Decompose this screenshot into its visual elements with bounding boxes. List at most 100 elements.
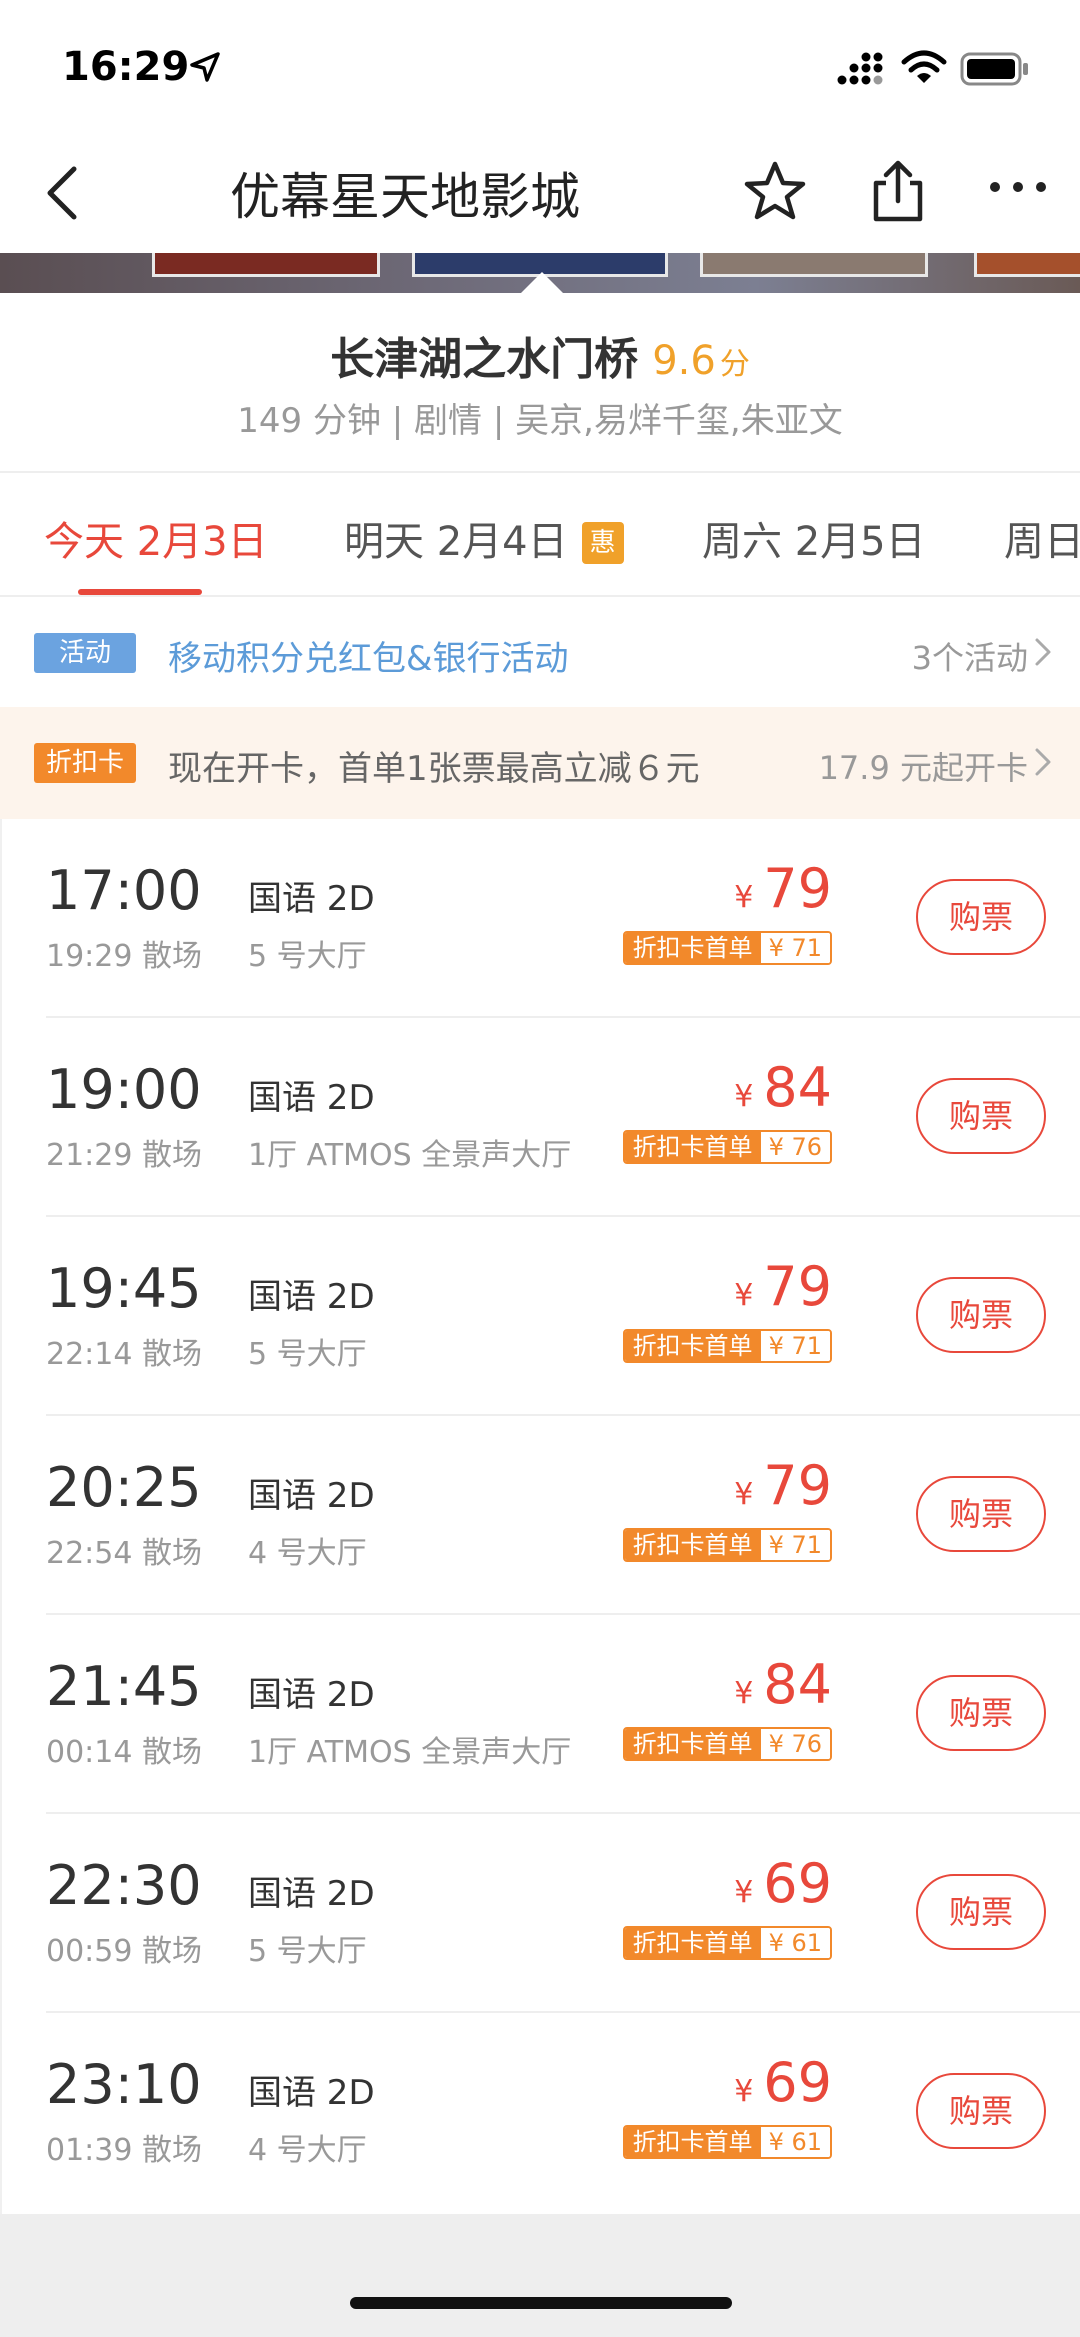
ticket-price: ¥84 <box>734 1653 832 1716</box>
location-arrow-icon <box>188 50 222 88</box>
discount-price: ¥ 71 <box>760 1530 830 1560</box>
movie-info: 长津湖之水门桥 9.6 分 149 分钟 | 剧情 | 吴京,易烊千玺,朱亚文 <box>0 293 1080 471</box>
ticket-price: ¥69 <box>734 1852 832 1915</box>
start-time: 22:30 <box>46 1854 202 1917</box>
discount-card-text: 现在开卡，首单1张票最高立减６元 <box>168 749 700 789</box>
date-tabs: 今天 2月3日 明天 2月4日惠 周六 2月5日 周日 <box>0 473 1080 595</box>
hall-name: 5 号大厅 <box>248 1337 367 1372</box>
discount-card-row[interactable]: 折扣卡 现在开卡，首单1张票最高立减６元 17.9 元起开卡 <box>0 707 1080 819</box>
currency-symbol: ¥ <box>734 1676 754 1711</box>
end-time: 00:14 散场 <box>46 1735 202 1770</box>
hall-name: 5 号大厅 <box>248 939 367 974</box>
activity-text: 移动积分兑红包&银行活动 <box>168 639 569 679</box>
discount-price-tag: 折扣卡首单 ¥ 71 <box>622 931 832 965</box>
language-format: 国语 2D <box>248 1874 375 1914</box>
buy-ticket-button[interactable]: 购票 <box>916 1277 1046 1353</box>
bottom-area <box>0 2214 1080 2337</box>
language-format: 国语 2D <box>248 2073 375 2113</box>
language-format: 国语 2D <box>248 1277 375 1317</box>
hall-name: 1厅 ATMOS 全景声大厅 <box>248 1735 572 1770</box>
discount-price: ¥ 76 <box>760 1132 830 1162</box>
back-icon[interactable] <box>42 163 82 227</box>
currency-symbol: ¥ <box>734 1278 754 1313</box>
discount-price: ¥ 76 <box>760 1729 830 1759</box>
discount-price: ¥ 61 <box>760 2127 830 2157</box>
discount-price-tag: 折扣卡首单 ¥ 71 <box>622 1528 832 1562</box>
price-amount: 84 <box>763 1653 832 1716</box>
language-format: 国语 2D <box>248 1675 375 1715</box>
tab-today[interactable]: 今天 2月3日 <box>44 509 268 567</box>
currency-symbol: ¥ <box>734 1079 754 1114</box>
showtime-row[interactable]: 19:00 21:29 散场 国语 2D 1厅 ATMOS 全景声大厅 ¥84 … <box>2 1018 1080 1217</box>
page-title: 优幕星天地影城 <box>230 168 580 226</box>
discount-price-tag: 折扣卡首单 ¥ 61 <box>622 1926 832 1960</box>
start-time: 19:45 <box>46 1257 202 1320</box>
buy-ticket-button[interactable]: 购票 <box>916 1476 1046 1552</box>
wifi-icon <box>900 50 948 90</box>
discount-card-price: 17.9 元起开卡 <box>818 749 1028 787</box>
price-amount: 84 <box>763 1056 832 1119</box>
buy-ticket-button[interactable]: 购票 <box>916 1078 1046 1154</box>
discount-price-tag: 折扣卡首单 ¥ 61 <box>622 2125 832 2159</box>
end-time: 00:59 散场 <box>46 1934 202 1969</box>
discount-label: 折扣卡首单 <box>624 1331 761 1361</box>
movie-poster[interactable] <box>700 253 928 277</box>
showtime-row[interactable]: 20:25 22:54 散场 国语 2D 4 号大厅 ¥79 折扣卡首单 ¥ 71… <box>2 1416 1080 1615</box>
price-amount: 79 <box>763 1454 832 1517</box>
discount-label: 折扣卡首单 <box>624 1928 761 1958</box>
currency-symbol: ¥ <box>734 1477 754 1512</box>
star-icon[interactable] <box>742 159 808 229</box>
showtime-list: 17:00 19:29 散场 国语 2D 5 号大厅 ¥79 折扣卡首单 ¥ 71… <box>0 819 1080 2214</box>
showtime-row[interactable]: 21:45 00:14 散场 国语 2D 1厅 ATMOS 全景声大厅 ¥84 … <box>2 1615 1080 1814</box>
ticket-price: ¥79 <box>734 1454 832 1517</box>
status-bar: 16:29 <box>0 0 1080 135</box>
buy-ticket-button[interactable]: 购票 <box>916 1675 1046 1751</box>
movie-score-unit: 分 <box>719 347 750 382</box>
ticket-price: ¥84 <box>734 1056 832 1119</box>
price-amount: 79 <box>763 857 832 920</box>
showtime-row[interactable]: 19:45 22:14 散场 国语 2D 5 号大厅 ¥79 折扣卡首单 ¥ 71… <box>2 1217 1080 1416</box>
more-icon[interactable] <box>988 179 1048 198</box>
start-time: 23:10 <box>46 2053 202 2116</box>
discount-badge: 惠 <box>581 522 624 564</box>
showtime-row[interactable]: 22:30 00:59 散场 国语 2D 5 号大厅 ¥69 折扣卡首单 ¥ 61… <box>2 1814 1080 2013</box>
tab-saturday[interactable]: 周六 2月5日 <box>702 509 926 567</box>
discount-label: 折扣卡首单 <box>624 1729 761 1759</box>
currency-symbol: ¥ <box>734 2074 754 2109</box>
discount-label: 折扣卡首单 <box>624 1530 761 1560</box>
activity-row[interactable]: 活动 移动积分兑红包&银行活动 3个活动 <box>0 597 1080 707</box>
currency-symbol: ¥ <box>734 1875 754 1910</box>
movie-score: 9.6 <box>652 338 716 384</box>
price-amount: 79 <box>763 1255 832 1318</box>
movie-poster[interactable] <box>152 253 380 277</box>
tab-tomorrow[interactable]: 明天 2月4日惠 <box>344 509 624 567</box>
chevron-right-icon <box>1034 637 1052 671</box>
showtime-row[interactable]: 17:00 19:29 散场 国语 2D 5 号大厅 ¥79 折扣卡首单 ¥ 71… <box>2 819 1080 1018</box>
nav-bar: 优幕星天地影城 <box>0 135 1080 253</box>
discount-price-tag: 折扣卡首单 ¥ 76 <box>622 1727 832 1761</box>
status-time: 16:29 <box>62 44 190 90</box>
end-time: 22:14 散场 <box>46 1337 202 1372</box>
home-indicator[interactable] <box>350 2297 732 2309</box>
selected-pointer <box>520 272 564 294</box>
tab-sunday[interactable]: 周日 <box>1004 509 1080 567</box>
movie-meta: 149 分钟 | 剧情 | 吴京,易烊千玺,朱亚文 <box>237 401 843 441</box>
start-time: 21:45 <box>46 1655 202 1718</box>
discount-price: ¥ 61 <box>760 1928 830 1958</box>
showtime-row[interactable]: 23:10 01:39 散场 国语 2D 4 号大厅 ¥69 折扣卡首单 ¥ 61… <box>2 2013 1080 2212</box>
discount-label: 折扣卡首单 <box>624 933 761 963</box>
activity-count: 3个活动 <box>911 639 1028 677</box>
start-time: 17:00 <box>46 859 202 922</box>
movie-title: 长津湖之水门桥 <box>330 334 639 385</box>
discount-price-tag: 折扣卡首单 ¥ 76 <box>622 1130 832 1164</box>
discount-label: 折扣卡首单 <box>624 2127 761 2157</box>
hall-name: 4 号大厅 <box>248 2133 367 2168</box>
share-icon[interactable] <box>868 157 928 229</box>
buy-ticket-button[interactable]: 购票 <box>916 2073 1046 2149</box>
hall-name: 1厅 ATMOS 全景声大厅 <box>248 1138 572 1173</box>
price-amount: 69 <box>763 2051 832 2114</box>
movie-poster[interactable] <box>974 253 1080 277</box>
language-format: 国语 2D <box>248 1476 375 1516</box>
buy-ticket-button[interactable]: 购票 <box>916 879 1046 955</box>
buy-ticket-button[interactable]: 购票 <box>916 1874 1046 1950</box>
